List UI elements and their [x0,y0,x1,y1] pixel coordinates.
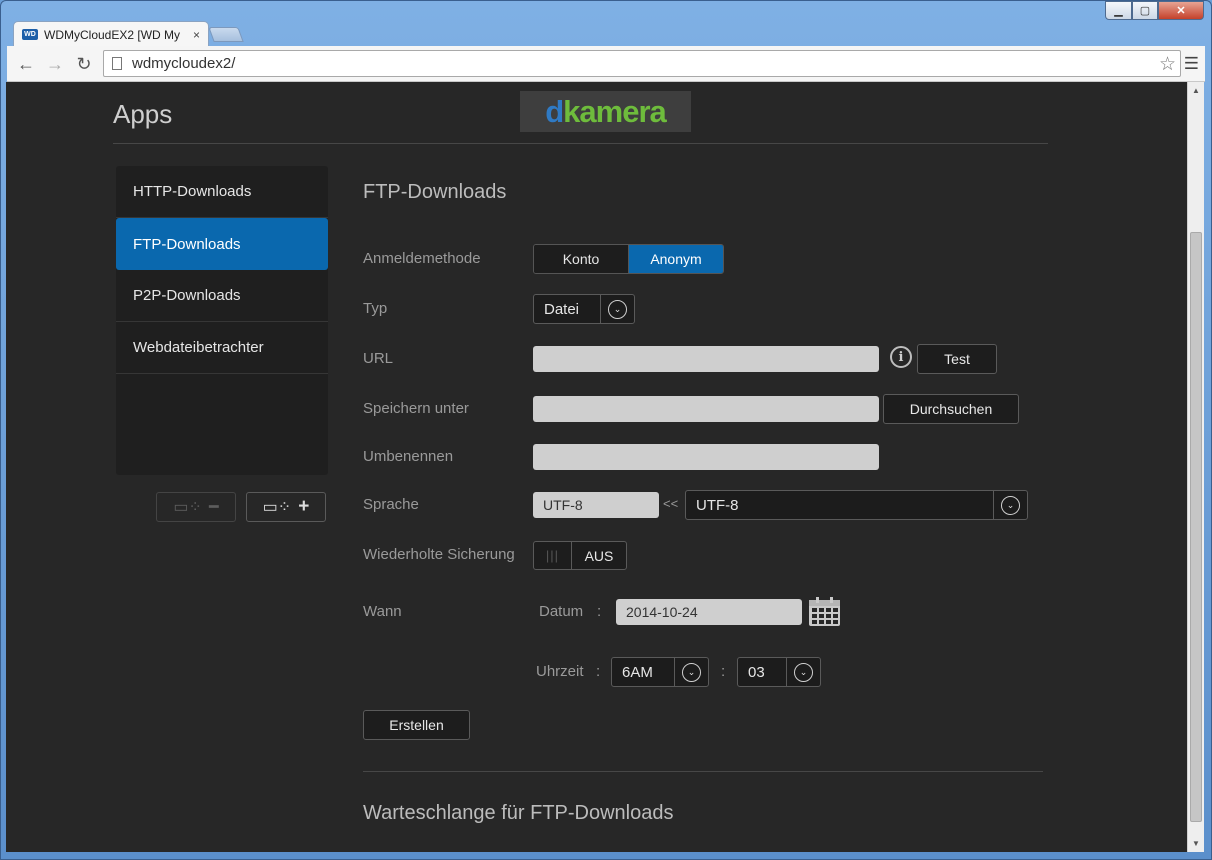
app-grid-icon: ▭⁘ [173,499,202,516]
info-icon[interactable]: i [890,346,912,368]
scroll-up-icon[interactable]: ▲ [1192,86,1200,95]
date-separator: : [597,603,602,620]
rename-label: Umbenennen [363,448,454,465]
remove-app-button[interactable]: ▭⁘ ━ [156,492,236,522]
language-arrow: << [663,496,679,511]
hour-value: 6AM [622,663,653,681]
chevron-down-icon: ⌄ [682,662,701,682]
tab-title: WDMyCloudEX2 [WD My [44,27,181,42]
scroll-down-icon[interactable]: ▼ [1192,839,1200,848]
type-select[interactable]: Datei ⌄ [533,294,635,324]
when-label: Wann [363,603,402,620]
chevron-wrap: ⌄ [786,658,820,686]
url-text: wdmycloudex2/ [132,55,236,72]
url-label: URL [363,350,394,367]
menu-icon[interactable]: ☰ [1184,54,1199,74]
login-method-toggle: Konto Anonym [533,244,724,274]
chevron-down-icon: ⌄ [794,662,813,682]
date-input[interactable] [616,599,802,625]
page-content: Apps d kamera HTTP-Downloads FTP-Download… [6,82,1187,852]
type-value: Datei [544,300,580,318]
minute-select[interactable]: 03 ⌄ [737,657,821,687]
window-controls: ▁ ▢ ✕ [1105,1,1204,20]
divider [113,143,1048,144]
queue-title: Warteschlange für FTP-Downloads [363,802,674,824]
page-icon [112,57,122,70]
repeat-backup-toggle[interactable]: ||| AUS [533,541,627,570]
app-sidebar: HTTP-Downloads FTP-Downloads P2P-Downloa… [116,166,328,475]
add-app-button[interactable]: ▭⁘ + [246,492,326,522]
date-label: Datum [539,603,584,620]
url-input[interactable] [533,346,879,372]
toggle-state: AUS [584,547,614,564]
tab-close-icon[interactable]: × [193,28,200,42]
sidebar-item-ftp-downloads[interactable]: FTP-Downloads [116,218,328,270]
page-scrollbar[interactable]: ▲ ▼ [1187,82,1204,852]
login-method-label: Anmeldemethode [363,250,481,267]
create-button[interactable]: Erstellen [363,710,470,740]
sidebar-item-p2p-downloads[interactable]: P2P-Downloads [116,270,328,322]
divider [363,771,1043,772]
login-option-anonym[interactable]: Anonym [629,245,723,273]
app-grid-icon: ▭⁘ [262,499,292,516]
sidebar-item-http-downloads[interactable]: HTTP-Downloads [116,166,328,218]
minimize-icon[interactable]: ▁ [1105,1,1132,20]
test-button[interactable]: Test [917,344,997,374]
plus-icon: + [298,496,310,517]
new-tab-button[interactable] [208,27,244,42]
back-arrow-icon[interactable]: ← [15,54,37,74]
language-select[interactable]: UTF-8 ⌄ [685,490,1028,520]
time-separator: : [596,663,601,680]
logo-d: d [545,93,564,129]
repeat-backup-label: Wiederholte Sicherung [363,546,515,563]
save-location-input[interactable] [533,396,879,422]
chevron-wrap: ⌄ [674,658,708,686]
close-window-icon[interactable]: ✕ [1158,1,1204,20]
browser-toolbar: ← → ↻ wdmycloudex2/ ☆ ☰ [7,46,1205,82]
save-location-label: Speichern unter [363,400,469,417]
bookmark-star-icon[interactable]: ☆ [1159,53,1176,76]
language-input[interactable] [533,492,659,518]
minute-separator: : [721,663,726,680]
chevron-wrap: ⌄ [993,491,1027,519]
language-select-value: UTF-8 [696,496,739,514]
chevron-down-icon: ⌄ [608,299,627,319]
logo-text: kamera [563,93,667,129]
chevron-down-icon: ⌄ [1001,495,1020,515]
rename-input[interactable] [533,444,879,470]
time-label: Uhrzeit [536,663,584,680]
dlkamera-logo: d kamera [520,91,691,132]
wd-favicon-icon: WD [22,29,38,40]
maximize-icon[interactable]: ▢ [1132,1,1158,20]
section-title: FTP-Downloads [363,181,507,203]
page-title: Apps [113,99,173,129]
calendar-icon[interactable] [808,597,841,627]
minus-icon: ━ [208,499,219,516]
type-label: Typ [363,300,388,317]
address-bar[interactable]: wdmycloudex2/ ☆ [103,50,1181,77]
browser-tab[interactable]: WD WDMyCloudEX2 [WD My × [13,21,209,47]
browse-button[interactable]: Durchsuchen [883,394,1019,424]
login-option-konto[interactable]: Konto [534,245,629,273]
sidebar-item-webdateibetrachter[interactable]: Webdateibetrachter [116,322,328,374]
chevron-wrap: ⌄ [600,295,634,323]
scrollbar-thumb[interactable] [1190,232,1202,822]
toggle-grip-icon: ||| [534,542,572,569]
hour-select[interactable]: 6AM ⌄ [611,657,709,687]
minute-value: 03 [748,663,765,681]
forward-arrow-icon[interactable]: → [44,54,66,74]
reload-icon[interactable]: ↻ [73,54,95,74]
language-label: Sprache [363,496,419,513]
